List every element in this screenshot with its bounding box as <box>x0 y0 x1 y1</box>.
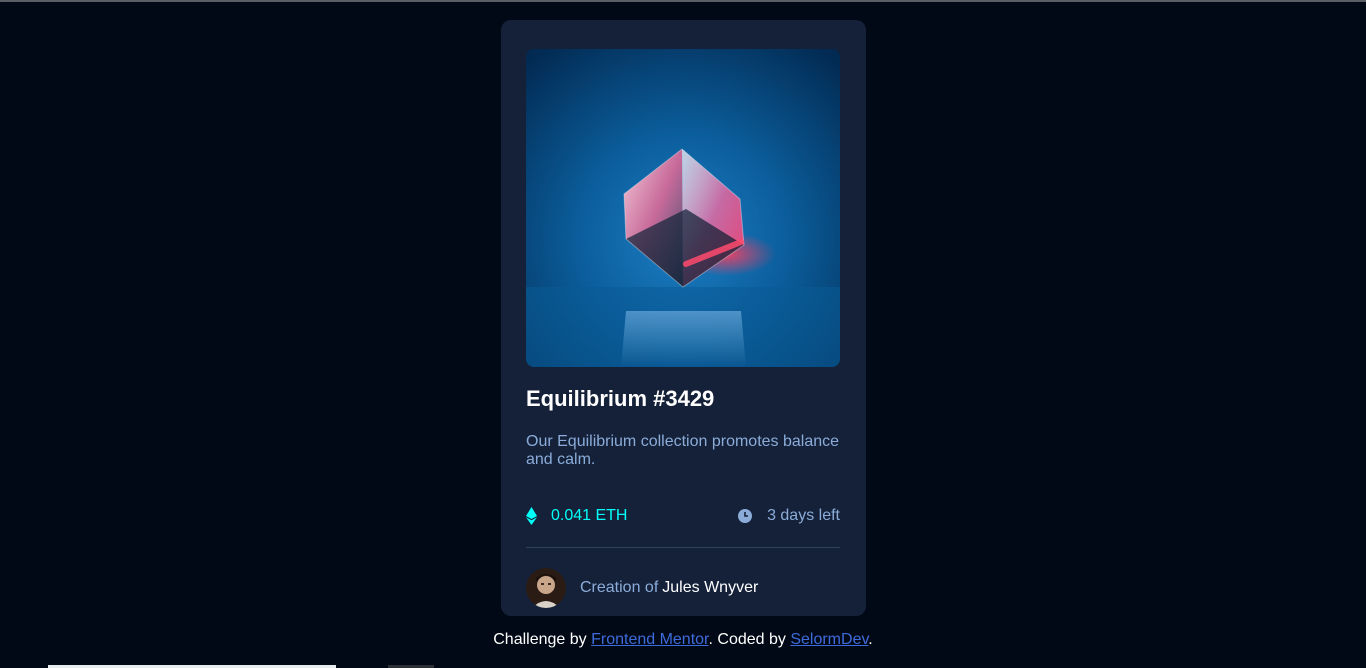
author-link[interactable]: SelormDev <box>790 631 868 648</box>
nft-description: Our Equilibrium collection promotes bala… <box>526 433 840 468</box>
creator-prefix: Creation of <box>580 579 659 596</box>
equilibrium-cube-image <box>526 49 840 367</box>
price-value: 0.041 ETH <box>551 507 628 524</box>
ethereum-icon <box>526 507 537 525</box>
nft-image[interactable] <box>526 49 840 367</box>
frontend-mentor-link[interactable]: Frontend Mentor <box>591 631 708 648</box>
attribution: Challenge by Frontend Mentor. Coded by S… <box>0 631 1366 649</box>
time-left-value: 3 days left <box>767 507 840 524</box>
attribution-suffix: . <box>868 631 873 648</box>
creator-row: Creation of Jules Wnyver <box>526 568 758 608</box>
time-left-group: 3 days left <box>738 507 840 525</box>
browser-top-border <box>0 0 1366 2</box>
nft-meta-row: 0.041 ETH 3 days left <box>526 507 840 529</box>
attribution-prefix: Challenge by <box>493 631 592 648</box>
nft-title[interactable]: Equilibrium #3429 <box>526 386 714 412</box>
clock-icon <box>738 509 753 523</box>
avatar <box>526 568 566 608</box>
creator-name-link[interactable]: Jules Wnyver <box>662 579 758 597</box>
attribution-middle: . Coded by <box>708 631 791 648</box>
nft-card: Equilibrium #3429 Our Equilibrium collec… <box>501 20 866 616</box>
price-group: 0.041 ETH <box>526 507 627 525</box>
card-divider <box>526 547 840 548</box>
